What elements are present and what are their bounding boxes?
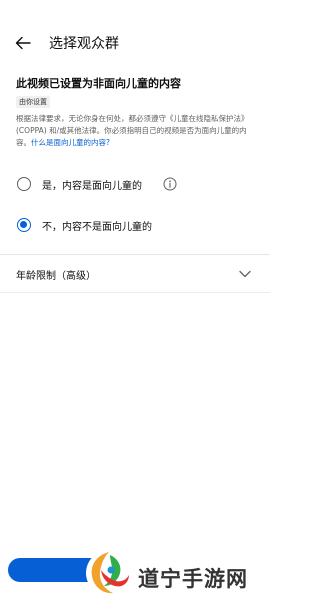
watermark-text: 道宁手游网 [138, 567, 248, 591]
chevron-down-icon[interactable] [238, 268, 252, 280]
radio-made-for-kids[interactable] [17, 177, 31, 191]
top-bar: 选择观众群 [0, 28, 270, 58]
page-title: 选择观众群 [49, 36, 119, 52]
age-restriction-row[interactable]: 年龄限制（高级） [0, 258, 270, 290]
divider [0, 292, 270, 293]
option-not-made-for-kids[interactable]: 不，内容不是面向儿童的 [0, 207, 270, 243]
made-for-kids-help-link[interactable]: 什么是面向儿童的内容? [31, 138, 110, 147]
radio-not-made-for-kids[interactable] [17, 218, 31, 232]
option-made-for-kids[interactable]: 是，内容是面向儿童的 [0, 166, 270, 202]
arrow-left-icon[interactable] [14, 34, 32, 52]
watermark-logo-icon [86, 550, 132, 596]
legal-notice: 根据法律要求，无论你身在何处，都必须遵守《儿童在线隐私保护法》(COPPA) 和… [16, 113, 260, 149]
set-by-you-badge: 由你设置 [16, 96, 50, 108]
option-not-made-for-kids-label: 不，内容不是面向儿童的 [42, 222, 152, 233]
status-title: 此视频已设置为非面向儿童的内容 [16, 77, 181, 90]
info-icon[interactable] [163, 177, 177, 191]
age-restriction-label: 年龄限制（高级） [16, 271, 96, 282]
divider [0, 254, 270, 255]
option-made-for-kids-label: 是，内容是面向儿童的 [42, 181, 142, 192]
